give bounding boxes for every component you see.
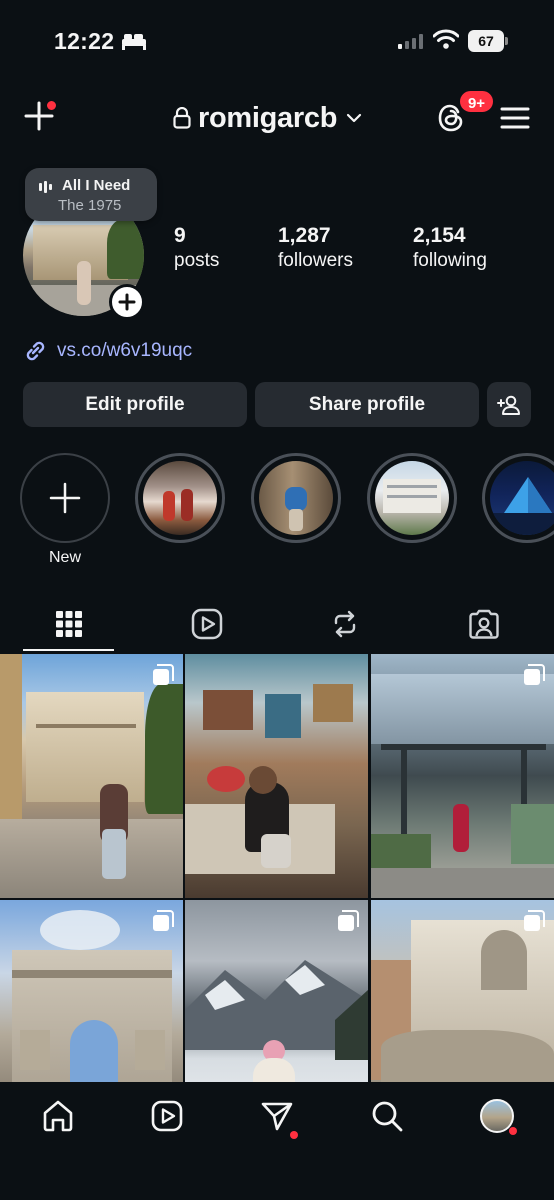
cellular-signal-icon xyxy=(398,34,423,49)
bed-icon xyxy=(122,34,146,50)
audio-bars-icon xyxy=(39,181,52,193)
multiple-photos-icon xyxy=(338,910,359,931)
plus-icon xyxy=(49,482,81,514)
discover-people-button[interactable] xyxy=(487,382,531,427)
grid-icon xyxy=(56,611,82,637)
notification-dot xyxy=(509,1127,517,1135)
nav-search[interactable] xyxy=(367,1096,407,1136)
tab-tagged[interactable] xyxy=(464,604,504,644)
stat-posts[interactable]: 9 posts xyxy=(174,224,219,272)
nav-reels[interactable] xyxy=(147,1096,187,1136)
post-thumbnail[interactable] xyxy=(0,654,183,898)
nav-home[interactable] xyxy=(38,1096,78,1136)
lock-icon xyxy=(173,107,191,129)
post-thumbnail[interactable] xyxy=(371,654,554,898)
tab-reposts[interactable] xyxy=(325,604,365,644)
new-highlight-button[interactable] xyxy=(20,453,110,543)
stat-followers[interactable]: 1,287 followers xyxy=(278,224,353,272)
new-highlight-label: New xyxy=(48,549,81,566)
status-time: 12:22 xyxy=(54,28,115,54)
multiple-photos-icon xyxy=(524,664,545,685)
story-highlight[interactable] xyxy=(482,453,554,543)
edit-profile-button[interactable]: Edit profile xyxy=(23,382,247,427)
tab-posts-grid[interactable] xyxy=(49,604,89,644)
story-highlight[interactable] xyxy=(135,453,225,543)
username: romigarcb xyxy=(198,101,338,134)
story-highlight[interactable] xyxy=(367,453,457,543)
link-text: vs.co/w6v19uqc xyxy=(57,339,193,361)
followers-label: followers xyxy=(278,250,353,271)
threads-notification-badge: 9+ xyxy=(458,89,495,114)
send-icon xyxy=(261,1102,293,1131)
add-story-button[interactable] xyxy=(109,284,145,320)
following-label: following xyxy=(413,250,487,271)
battery-level: 67 xyxy=(468,30,504,52)
battery-indicator: 67 xyxy=(468,30,508,52)
link-icon xyxy=(26,341,45,361)
bottom-navigation xyxy=(0,1082,554,1200)
reels-icon xyxy=(191,608,223,640)
account-switcher[interactable]: romigarcb xyxy=(173,98,362,138)
notification-dot xyxy=(290,1131,298,1139)
profile-link[interactable]: vs.co/w6v19uqc xyxy=(23,338,192,363)
add-person-icon xyxy=(497,395,520,415)
stat-following[interactable]: 2,154 following xyxy=(413,224,487,272)
home-icon xyxy=(43,1100,73,1132)
search-icon xyxy=(372,1101,403,1132)
multiple-photos-icon xyxy=(153,664,174,685)
active-tab-indicator xyxy=(23,649,114,651)
share-profile-button[interactable]: Share profile xyxy=(255,382,479,427)
following-count: 2,154 xyxy=(413,224,466,247)
chevron-down-icon xyxy=(347,113,362,123)
profile-music-note[interactable]: All I Need The 1975 xyxy=(25,168,157,221)
multiple-photos-icon xyxy=(524,910,545,931)
tab-reels[interactable] xyxy=(187,604,227,644)
music-title: All I Need xyxy=(62,177,131,194)
tagged-person-icon xyxy=(469,609,499,639)
nav-profile[interactable] xyxy=(477,1096,517,1136)
multiple-photos-icon xyxy=(153,910,174,931)
repost-icon xyxy=(334,610,356,638)
post-thumbnail[interactable] xyxy=(185,654,368,898)
story-highlight[interactable] xyxy=(251,453,341,543)
music-artist: The 1975 xyxy=(58,197,122,214)
followers-count: 1,287 xyxy=(278,224,331,247)
status-bar: 12:22 67 xyxy=(0,0,554,80)
plus-icon xyxy=(118,293,136,311)
posts-label: posts xyxy=(174,250,220,271)
posts-count: 9 xyxy=(174,224,186,247)
reels-icon xyxy=(151,1100,183,1132)
hamburger-menu-icon[interactable] xyxy=(500,106,530,130)
notification-dot xyxy=(46,100,57,111)
wifi-icon xyxy=(433,29,459,49)
nav-messages[interactable] xyxy=(257,1096,298,1139)
